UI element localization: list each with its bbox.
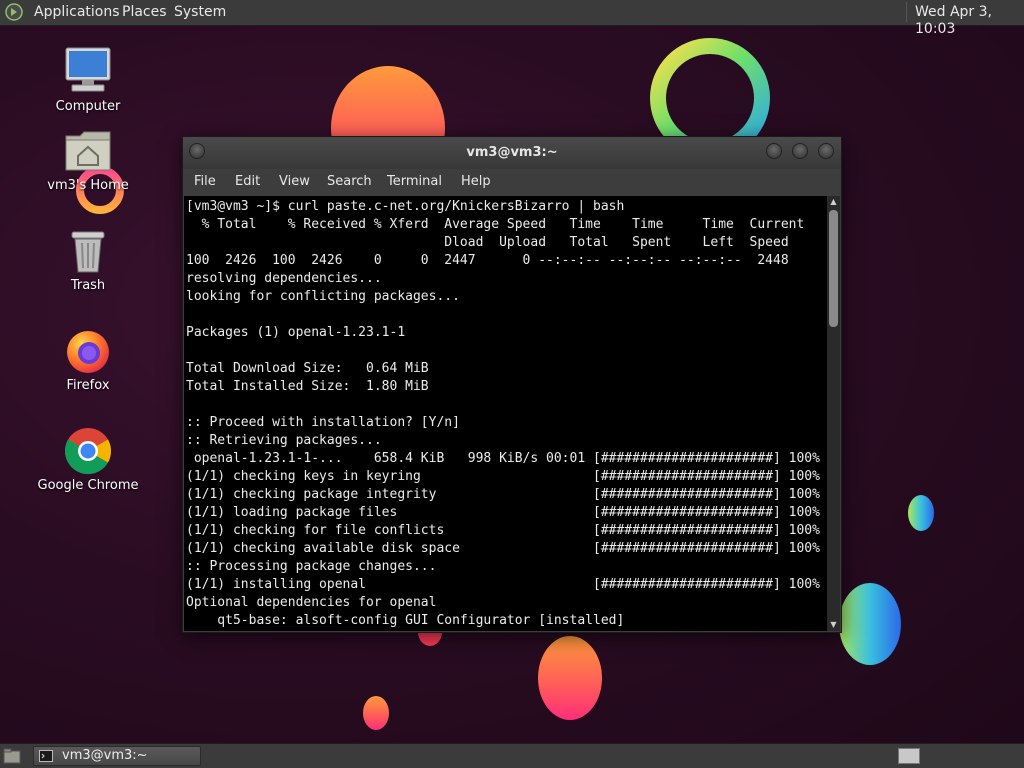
menu-search[interactable]: Search: [327, 174, 372, 189]
terminal-icon: [39, 750, 53, 762]
menu-system[interactable]: System: [174, 4, 226, 21]
taskbar-terminal-label: vm3@vm3:~: [62, 748, 148, 763]
menu-help[interactable]: Help: [461, 174, 491, 189]
terminal-output[interactable]: [vm3@vm3 ~]$ curl paste.c-net.org/Knicke…: [184, 196, 827, 631]
minimize-button[interactable]: [766, 143, 782, 159]
menu-view[interactable]: View: [279, 174, 310, 189]
desktop-icon-label: Firefox: [66, 378, 110, 393]
window-title: vm3@vm3:~: [466, 145, 558, 160]
show-desktop-icon[interactable]: [3, 748, 21, 764]
home-folder-icon: [65, 131, 111, 171]
top-panel: Applications Places System Wed Apr 3, 10…: [0, 0, 1024, 37]
taskbar-terminal-button[interactable]: vm3@vm3:~: [33, 746, 201, 766]
computer-icon: [65, 47, 111, 92]
terminal-scrollbar[interactable]: ▲ ▼: [827, 196, 840, 631]
desktop-icon-label: vm3's Home: [47, 178, 129, 193]
clock[interactable]: Wed Apr 3, 10:03: [915, 4, 1024, 38]
firefox-icon: [67, 331, 109, 373]
trash-icon: [71, 231, 105, 273]
menu-file[interactable]: File: [194, 174, 216, 189]
desktop-icon-label: Computer: [55, 99, 121, 114]
desktop-icon-firefox[interactable]: Firefox: [33, 326, 143, 393]
desktop-icon-label: Google Chrome: [37, 478, 139, 493]
close-button[interactable]: [818, 143, 834, 159]
scroll-down-icon[interactable]: ▼: [827, 619, 840, 631]
panel-separator: [906, 2, 907, 22]
terminal-menubar: File Edit View Search Terminal Help: [183, 169, 841, 195]
window-titlebar[interactable]: vm3@vm3:~: [183, 137, 841, 169]
desktop-icon-computer[interactable]: Computer: [33, 45, 143, 114]
menu-applications[interactable]: Applications: [34, 4, 120, 21]
scrollbar-thumb[interactable]: [829, 210, 838, 327]
desktop-icon-chrome[interactable]: Google Chrome: [33, 426, 143, 493]
menu-terminal[interactable]: Terminal: [387, 174, 442, 189]
desktop-icon-label: Trash: [70, 278, 106, 293]
chrome-icon: [64, 428, 112, 475]
desktop-icon-home[interactable]: vm3's Home: [33, 126, 143, 193]
terminal-text: [vm3@vm3 ~]$ curl paste.c-net.org/Knicke…: [186, 199, 820, 628]
maximize-button[interactable]: [792, 143, 808, 159]
mate-logo-icon[interactable]: [5, 3, 23, 21]
desktop-icon-trash[interactable]: Trash: [33, 228, 143, 293]
menu-places[interactable]: Places: [122, 4, 167, 21]
menu-edit[interactable]: Edit: [235, 174, 260, 189]
terminal-window[interactable]: vm3@vm3:~ File Edit View Search Terminal…: [182, 136, 842, 633]
workspace-switcher[interactable]: [898, 748, 920, 764]
bottom-panel: vm3@vm3:~: [0, 743, 1024, 768]
scroll-up-icon[interactable]: ▲: [827, 196, 840, 208]
